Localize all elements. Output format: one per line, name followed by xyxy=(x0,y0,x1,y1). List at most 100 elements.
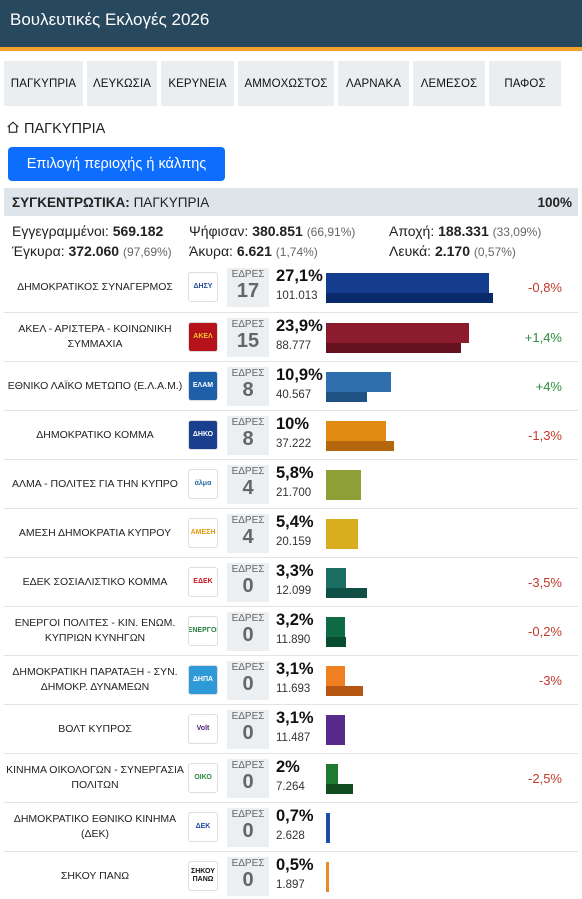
tab-larnaka[interactable]: ΛΑΡΝΑΚΑ xyxy=(338,61,409,106)
party-row[interactable]: ΑΛΜΑ - ΠΟΛΙΤΕΣ ΓΙΑ ΤΗΝ ΚΥΠΡΟ άλμα ΕΔΡΕΣ 4 5,… xyxy=(4,459,578,508)
seats-box: ΕΔΡΕΣ 4 xyxy=(227,465,269,504)
dipa-logo-icon: ΔΗΠΑ xyxy=(188,665,218,695)
party-name: ΔΗΜΟΚΡΑΤΙΚΗ ΠΑΡΑΤΑΞΗ - ΣΥΝ. ΔΗΜΟΚΡ. ΔΥΝΑ… xyxy=(12,666,178,693)
vote-count: 37.222 xyxy=(276,438,312,450)
seats-count: 0 xyxy=(242,722,254,744)
tab-lefkosia[interactable]: ΛΕΥΚΩΣΙΑ xyxy=(87,61,157,106)
stat-value: 2.170 xyxy=(434,243,470,259)
seats-box: ΕΔΡΕΣ 0 xyxy=(227,612,269,651)
party-name: ΒΟΛΤ ΚΥΠΡΟΣ xyxy=(58,722,132,735)
seats-label: ΕΔΡΕΣ xyxy=(231,858,265,869)
stat-label: Έγκυρα: xyxy=(12,243,65,259)
party-row[interactable]: ΣΗΚΟΥ ΠΑΝΩ ΣΗΚΟΥ ΠΑΝΩ ΕΔΡΕΣ 0 0,5% 1.897 xyxy=(4,851,578,899)
party-logo-text: ΕΛΑΜ xyxy=(192,382,214,389)
summary-prefix: ΣΥΓΚΕΝΤΡΩΤΙΚΑ: xyxy=(12,194,130,210)
stat-label: Ψήφισαν: xyxy=(189,223,249,239)
party-row[interactable]: ΕΝΕΡΓΟΙ ΠΟΛΙΤΕΣ - ΚΙΝ. ΕΝΩΜ. ΚΥΠΡΙΩΝ ΚΥΝ… xyxy=(4,606,578,655)
tab-pafos[interactable]: ΠΑΦΟΣ xyxy=(489,61,561,106)
tab-ammochostos[interactable]: ΑΜΜΟΧΩΣΤΟΣ xyxy=(238,61,334,106)
current-share-bar xyxy=(326,715,345,735)
seats-label: ΕΔΡΕΣ xyxy=(231,662,265,673)
stat-label: Εγγεγραμμένοι: xyxy=(12,223,109,239)
party-logo-text: ΔΕΚ xyxy=(195,823,211,830)
seats-box: ΕΔΡΕΣ 0 xyxy=(227,661,269,700)
current-share-bar xyxy=(326,666,345,686)
share-change: -2,5% xyxy=(528,770,562,786)
party-logo-text: Volt xyxy=(196,725,210,732)
party-row[interactable]: ΔΗΜΟΚΡΑΤΙΚΟ ΚΟΜΜΑ ΔΗΚΟ ΕΔΡΕΣ 8 10% 37.222 -1,3… xyxy=(4,410,578,459)
stat-value: 372.060 xyxy=(68,243,120,259)
vote-count: 11.693 xyxy=(276,683,311,695)
current-share-bar xyxy=(326,273,489,293)
seats-label: ΕΔΡΕΣ xyxy=(231,417,265,428)
stat-value: 569.182 xyxy=(112,223,164,239)
tab-pagkypria[interactable]: ΠΑΓΚΥΠΡΙΑ xyxy=(4,61,83,106)
party-row[interactable]: ΑΜΕΣΗ ΔΗΜΟΚΡΑΤΙΑ ΚΥΠΡΟΥ ΑΜΕΣΗ ΕΔΡΕΣ 4 5,4% 20… xyxy=(4,508,578,557)
vote-percentage: 10,9% xyxy=(276,366,323,384)
volt-logo-icon: Volt xyxy=(188,714,218,744)
party-row[interactable]: ΔΗΜΟΚΡΑΤΙΚΟ ΕΘΝΙΚΟ ΚΙΝΗΜΑ (ΔΕΚ) ΔΕΚ ΕΔΡΕΣ 0… xyxy=(4,802,578,851)
seats-label: ΕΔΡΕΣ xyxy=(231,319,265,330)
seats-count: 8 xyxy=(242,428,254,450)
previous-share-bar xyxy=(326,784,353,794)
party-row[interactable]: ΕΔΕΚ ΣΟΣΙΑΛΙΣΤΙΚΟ ΚΟΜΜΑ ΕΔΕΚ ΕΔΡΕΣ 0 3,3% 12.… xyxy=(4,557,578,606)
previous-share-bar xyxy=(326,392,368,402)
share-change: -0,2% xyxy=(528,623,562,639)
stat-valid: Έγκυρα: 372.060 (97,69%) xyxy=(12,243,189,259)
party-row[interactable]: ΔΗΜΟΚΡΑΤΙΚΗ ΠΑΡΑΤΑΞΗ - ΣΥΝ. ΔΗΜΟΚΡ. ΔΥΝΑ… xyxy=(4,655,578,704)
vote-percentage: 10% xyxy=(276,415,310,433)
seats-label: ΕΔΡΕΣ xyxy=(231,269,265,280)
seats-count: 0 xyxy=(242,820,254,842)
party-name: ΕΝΕΡΓΟΙ ΠΟΛΙΤΕΣ - ΚΙΝ. ΕΝΩΜ. ΚΥΠΡΙΩΝ ΚΥΝ… xyxy=(14,617,176,644)
share-change: -3,5% xyxy=(528,574,562,590)
vote-count: 21.700 xyxy=(276,487,312,499)
previous-share-bar xyxy=(326,588,367,598)
party-row[interactable]: ΔΗΜΟΚΡΑΤΙΚΟΣ ΣΥΝΑΓΕΡΜΟΣ ΔΗΣΥ ΕΔΡΕΣ 17 27,1% 1… xyxy=(4,263,578,312)
select-area-button[interactable]: Επιλογή περιοχής ή κάλπης xyxy=(8,147,225,181)
party-row[interactable]: ΚΙΝΗΜΑ ΟΙΚΟΛΟΓΩΝ - ΣΥΝΕΡΓΑΣΙΑ ΠΟΛΙΤΩΝ ΟΙΚ… xyxy=(4,753,578,802)
tab-lemesos[interactable]: ΛΕΜΕΣΟΣ xyxy=(413,61,485,106)
stat-label: Άκυρα: xyxy=(189,243,233,259)
seats-count: 15 xyxy=(236,330,260,352)
seats-count: 4 xyxy=(242,526,254,548)
party-name: ΕΔΕΚ ΣΟΣΙΑΛΙΣΤΙΚΟ ΚΟΜΜΑ xyxy=(22,575,168,588)
current-share-bar xyxy=(326,470,361,490)
previous-share-bar xyxy=(326,490,361,500)
stat-registered: Εγγεγραμμένοι: 569.182 xyxy=(12,223,189,239)
sikou-pano-logo-icon: ΣΗΚΟΥ ΠΑΝΩ xyxy=(188,861,218,891)
vote-percentage: 0,5% xyxy=(276,856,314,874)
vote-count: 12.099 xyxy=(276,585,312,597)
summary-title: ΣΥΓΚΕΝΤΡΩΤΙΚΑ: ΠΑΓΚΥΠΡΙΑ xyxy=(12,195,209,210)
party-row[interactable]: ΒΟΛΤ ΚΥΠΡΟΣ Volt ΕΔΡΕΣ 0 3,1% 11.487 xyxy=(4,704,578,753)
seats-box: ΕΔΡΕΣ 0 xyxy=(227,759,269,798)
party-name: ΔΗΜΟΚΡΑΤΙΚΟ ΕΘΝΙΚΟ ΚΙΝΗΜΑ (ΔΕΚ) xyxy=(13,813,177,840)
share-change: +4% xyxy=(535,378,562,394)
stat-value: 380.851 xyxy=(252,223,303,239)
header-accent-line xyxy=(0,47,582,51)
current-share-bar xyxy=(326,372,392,392)
current-share-bar xyxy=(326,813,331,833)
vote-percentage: 0,7% xyxy=(276,807,314,825)
app-header: Βουλευτικές Εκλογές 2026 xyxy=(0,0,582,47)
party-row[interactable]: ΑΚΕΛ - ΑΡΙΣΤΕΡΑ - ΚΟΙΝΩΝΙΚΗ ΣΥΜΜΑΧΙΑ ΑΚΕΛ… xyxy=(4,312,578,361)
party-name: ΑΚΕΛ - ΑΡΙΣΤΕΡΑ - ΚΟΙΝΩΝΙΚΗ ΣΥΜΜΑΧΙΑ xyxy=(18,323,172,350)
turnout-stats: Εγγεγραμμένοι: 569.182 Ψήφισαν: 380.851 … xyxy=(0,216,582,259)
results-list: ΔΗΜΟΚΡΑΤΙΚΟΣ ΣΥΝΑΓΕΡΜΟΣ ΔΗΣΥ ΕΔΡΕΣ 17 27,1% 1… xyxy=(4,263,578,899)
vote-percentage: 2% xyxy=(276,758,300,776)
breadcrumb: ΠΑΓΚΥΠΡΙΑ xyxy=(6,120,582,138)
tab-keryneia[interactable]: ΚΕΡΥΝΕΙΑ xyxy=(161,61,234,106)
seats-count: 0 xyxy=(242,771,254,793)
party-name: ΚΙΝΗΜΑ ΟΙΚΟΛΟΓΩΝ - ΣΥΝΕΡΓΑΣΙΑ ΠΟΛΙΤΩΝ xyxy=(6,764,184,791)
seats-box: ΕΔΡΕΣ 17 xyxy=(227,268,269,307)
seats-label: ΕΔΡΕΣ xyxy=(231,613,265,624)
home-icon[interactable] xyxy=(6,120,20,138)
stat-pct: (66,91%) xyxy=(306,225,356,239)
seats-box: ΕΔΡΕΣ 8 xyxy=(227,416,269,455)
party-row[interactable]: ΕΘΝΙΚΟ ΛΑΪΚΟ ΜΕΤΩΠΟ (Ε.Λ.Α.Μ.) ΕΛΑΜ ΕΔΡΕΣ 8… xyxy=(4,361,578,410)
seats-count: 0 xyxy=(242,673,254,695)
vote-percentage: 3,3% xyxy=(276,562,314,580)
current-share-bar xyxy=(326,764,338,784)
stat-value: 188.331 xyxy=(438,223,489,239)
eagle-icon: ΔΗΣΥ xyxy=(188,272,218,302)
seats-label: ΕΔΡΕΣ xyxy=(231,515,265,526)
